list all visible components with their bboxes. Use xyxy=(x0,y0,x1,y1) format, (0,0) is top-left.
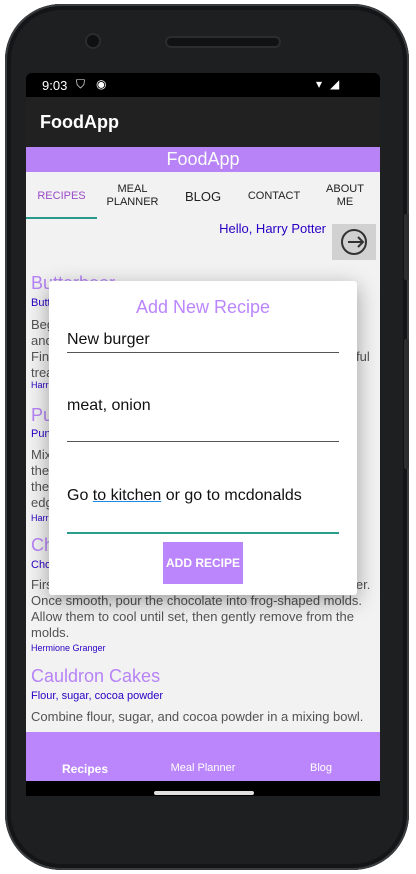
front-camera xyxy=(87,35,99,47)
ingredients-value: meat, onion xyxy=(67,397,151,414)
dialog-title: Add New Recipe xyxy=(135,297,271,317)
instructions-text-1: Go xyxy=(67,487,93,504)
shield-icon: ⛉ xyxy=(76,77,86,91)
main-content: FoodApp RECIPES MEAL PLANNER BLOG CONTAC… xyxy=(26,147,380,791)
signal-icon: ◢ xyxy=(330,77,340,91)
field-underline xyxy=(67,352,339,353)
status-time: 9:03 xyxy=(42,78,68,93)
field-underline xyxy=(67,532,339,534)
bottom-nav-recipes[interactable]: Recipes xyxy=(26,762,144,776)
volume-button xyxy=(404,214,409,280)
app-bar: FoodApp xyxy=(26,97,380,147)
screen: 9:03 ⛉ ◉ ▾ ◢ FoodApp FoodApp RECIPES MEA… xyxy=(26,73,380,796)
home-indicator[interactable] xyxy=(154,791,254,795)
bottom-nav-blog[interactable]: Blog xyxy=(262,762,380,774)
wifi-icon: ▾ xyxy=(316,77,323,91)
bottom-nav-meal-planner[interactable]: Meal Planner xyxy=(144,762,262,774)
field-underline xyxy=(67,441,339,442)
instructions-field[interactable]: Go to kitchen or go to mcdonalds xyxy=(67,487,339,535)
notification-icon: ◉ xyxy=(96,77,107,91)
ingredients-field[interactable]: meat, onion xyxy=(67,397,339,443)
add-recipe-button[interactable]: ADD RECIPE xyxy=(163,542,243,584)
power-button xyxy=(404,339,409,469)
bottom-navigation: Recipes Meal Planner Blog xyxy=(26,732,380,781)
instructions-text-2: or go to mcdonalds xyxy=(161,487,302,504)
recipe-name-field[interactable]: New burger xyxy=(67,331,339,353)
recipe-name-value: New burger xyxy=(67,331,150,348)
earpiece-speaker xyxy=(167,38,279,46)
app-title: FoodApp xyxy=(40,112,119,132)
instructions-text-underlined: to kitchen xyxy=(92,487,162,504)
add-recipe-dialog: Add New Recipe New burger meat, onion Go… xyxy=(49,281,357,595)
status-bar: 9:03 ⛉ ◉ ▾ ◢ xyxy=(26,73,380,97)
